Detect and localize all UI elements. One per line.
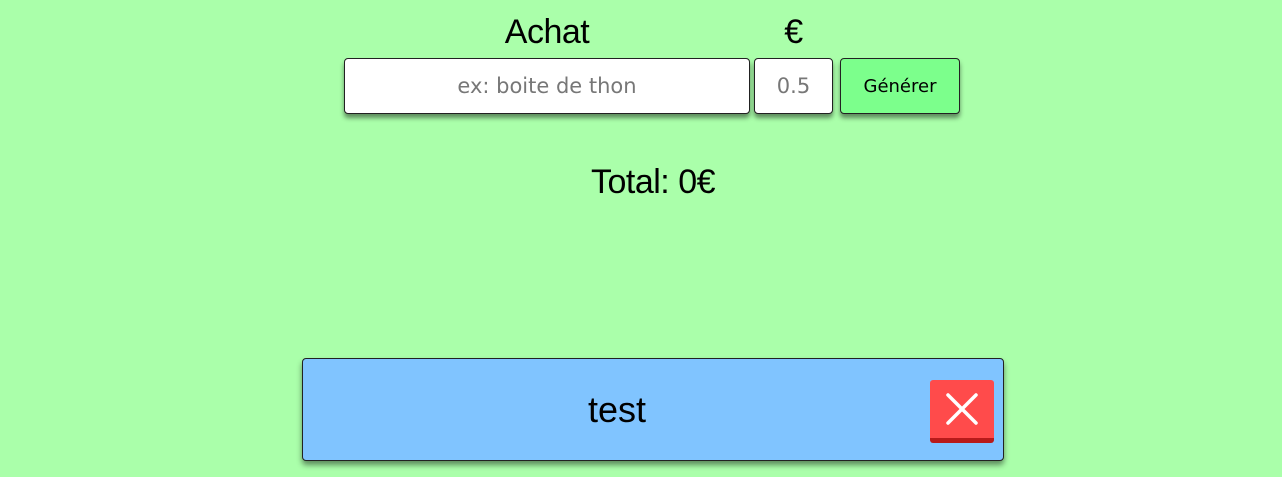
delete-item-button[interactable] — [930, 380, 994, 443]
total-text: Total: 0€ — [590, 163, 716, 201]
item-name-input[interactable] — [344, 58, 750, 114]
item-name: test — [587, 389, 647, 430]
generate-button[interactable]: Générer — [840, 58, 960, 114]
page: Achat € Générer Total: 0€ test — [0, 0, 1282, 477]
item-price-input[interactable] — [754, 58, 833, 114]
achat-label: Achat — [504, 13, 590, 51]
close-icon — [945, 392, 979, 426]
currency-label: € — [784, 13, 803, 51]
list-item: test — [302, 358, 1004, 461]
